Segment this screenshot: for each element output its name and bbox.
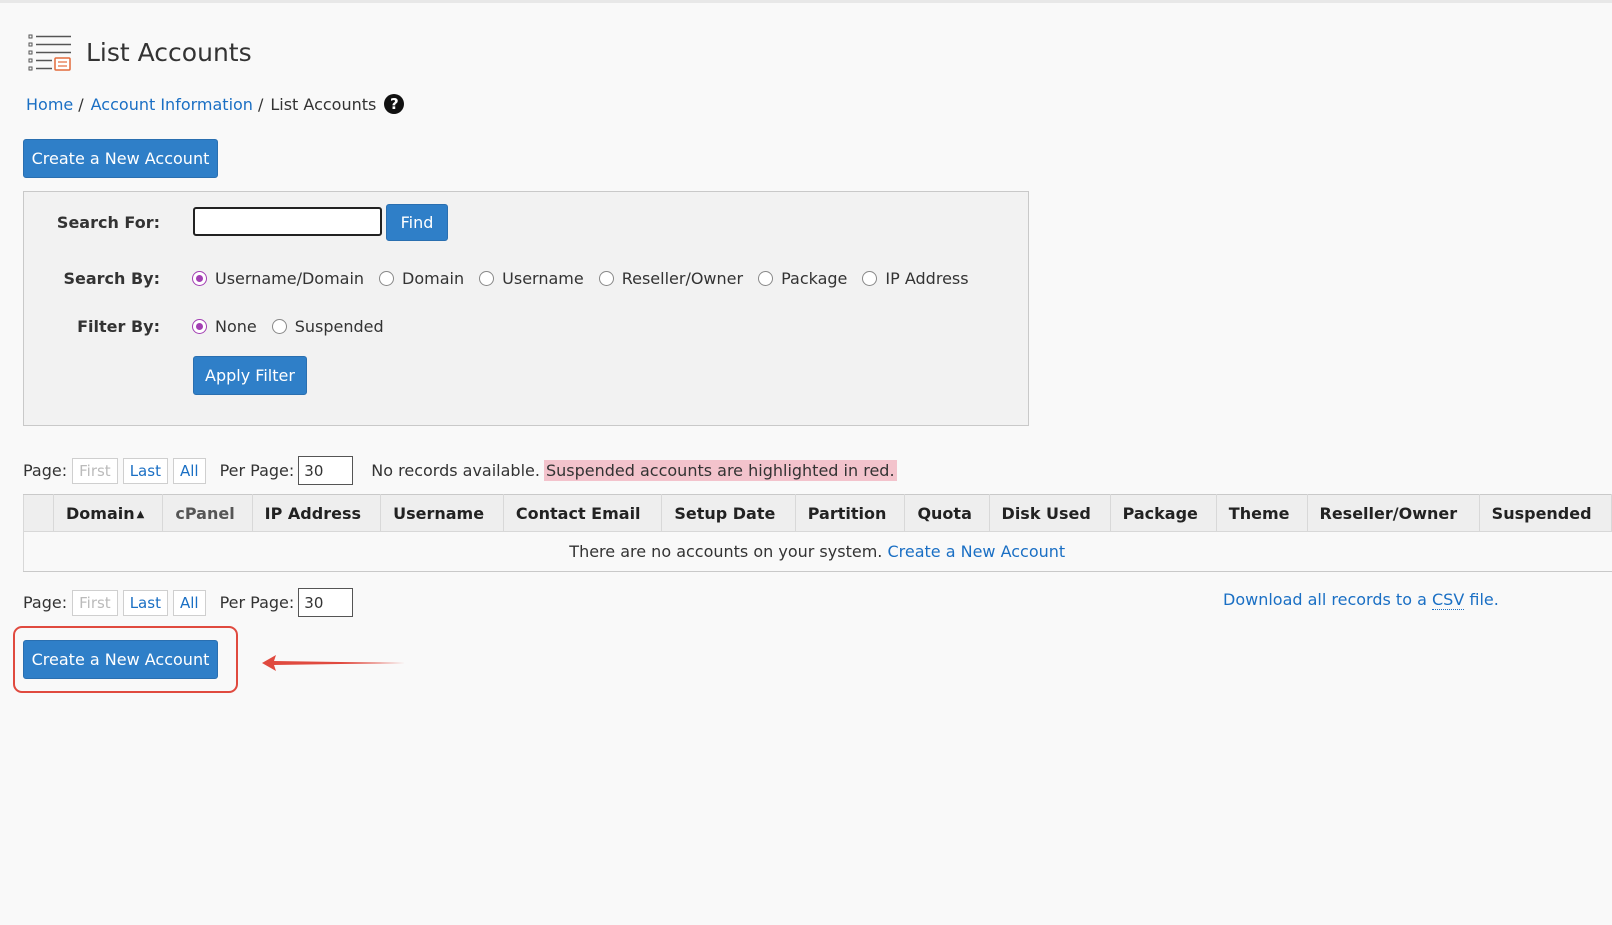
search-by-package[interactable]: Package: [758, 269, 847, 288]
search-by-username-domain[interactable]: Username/Domain: [192, 269, 364, 288]
last-page-button[interactable]: Last: [122, 457, 168, 484]
column-package[interactable]: Package: [1109, 494, 1217, 532]
search-input[interactable]: [193, 207, 382, 236]
create-account-link[interactable]: Create a New Account: [887, 542, 1065, 561]
csv-abbr: CSV: [1431, 590, 1465, 610]
no-records-notice: No records available.: [371, 461, 540, 480]
radio-icon[interactable]: [862, 271, 878, 286]
per-page-input[interactable]: 30: [298, 588, 354, 617]
breadcrumb-home-link[interactable]: Home: [26, 95, 73, 114]
breadcrumb-current: List Accounts: [270, 94, 377, 114]
radio-icon[interactable]: [479, 271, 495, 286]
column-contact-email[interactable]: Contact Email: [502, 494, 663, 532]
page-label: Page:: [23, 461, 68, 480]
radio-icon[interactable]: [758, 271, 774, 286]
column-quota[interactable]: Quota: [904, 494, 990, 532]
column-suspended[interactable]: Suspended: [1478, 494, 1612, 532]
breadcrumb-separator: /: [257, 94, 264, 114]
column-ip-address[interactable]: IP Address: [251, 494, 382, 532]
download-csv-link[interactable]: Download all records to a CSV file.: [1223, 590, 1499, 610]
radio-selected-icon[interactable]: [192, 271, 207, 286]
create-account-button-bottom[interactable]: Create a New Account: [23, 640, 218, 679]
find-button[interactable]: Find: [386, 204, 448, 241]
per-page-label: Per Page:: [219, 461, 295, 480]
sort-ascending-icon: ▲: [136, 508, 145, 520]
radio-icon[interactable]: [271, 319, 287, 334]
all-pages-button[interactable]: All: [172, 457, 206, 484]
search-by-options: Username/Domain Domain Username Reseller…: [192, 269, 984, 288]
search-by-domain[interactable]: Domain: [379, 269, 464, 288]
pager-bottom: Page: First Last All Per Page: 30: [23, 588, 354, 617]
column-partition[interactable]: Partition: [794, 494, 906, 532]
column-cpanel: cPanel: [162, 494, 253, 532]
column-reseller-owner[interactable]: Reseller/Owner: [1306, 494, 1480, 532]
radio-icon[interactable]: [379, 271, 395, 286]
accounts-table: Domain ▲ cPanel IP Address Username Conta…: [23, 494, 1612, 572]
filter-suspended[interactable]: Suspended: [271, 317, 384, 336]
per-page-label: Per Page:: [219, 593, 295, 612]
column-username[interactable]: Username: [380, 494, 504, 532]
page-label: Page:: [23, 593, 68, 612]
search-by-username[interactable]: Username: [479, 269, 584, 288]
first-page-button[interactable]: First: [72, 457, 118, 484]
annotation-arrow-icon: [262, 655, 405, 671]
column-domain[interactable]: Domain ▲: [52, 494, 164, 532]
filter-none[interactable]: None: [192, 317, 257, 336]
last-page-button[interactable]: Last: [122, 589, 168, 616]
create-account-button-top[interactable]: Create a New Account: [23, 139, 218, 178]
search-by-ip-address[interactable]: IP Address: [862, 269, 969, 288]
search-by-label: Search By:: [63, 269, 160, 288]
column-setup-date[interactable]: Setup Date: [661, 494, 796, 532]
breadcrumb: Home / Account Information / List Accoun…: [26, 94, 405, 114]
filter-by-options: None Suspended: [192, 317, 399, 336]
pager-top: Page: First Last All Per Page: 30 No rec…: [23, 456, 897, 485]
page-title: List Accounts: [86, 37, 252, 67]
table-row: There are no accounts on your system. Cr…: [23, 531, 1612, 572]
filter-by-label: Filter By:: [77, 317, 160, 336]
search-panel: [23, 191, 1029, 426]
search-by-reseller-owner[interactable]: Reseller/Owner: [598, 269, 743, 288]
radio-icon[interactable]: [598, 271, 614, 286]
breadcrumb-account-information-link[interactable]: Account Information: [91, 95, 253, 114]
select-column-header: [23, 494, 54, 532]
top-divider: [0, 0, 1612, 3]
help-icon[interactable]: ?: [384, 94, 405, 114]
per-page-input[interactable]: 30: [298, 456, 354, 485]
suspended-highlight-notice: Suspended accounts are highlighted in re…: [543, 460, 897, 481]
search-for-label: Search For:: [56, 213, 160, 232]
column-theme[interactable]: Theme: [1215, 494, 1308, 532]
table-header-row: Domain ▲ cPanel IP Address Username Conta…: [23, 494, 1612, 532]
all-pages-button[interactable]: All: [172, 589, 206, 616]
apply-filter-button[interactable]: Apply Filter: [193, 356, 307, 395]
empty-table-message: There are no accounts on your system. Cr…: [23, 531, 1612, 572]
radio-selected-icon[interactable]: [192, 319, 207, 334]
page-header: List Accounts: [28, 32, 252, 72]
column-disk-used[interactable]: Disk Used: [988, 494, 1111, 532]
first-page-button[interactable]: First: [72, 589, 118, 616]
list-accounts-icon: [28, 34, 71, 71]
footer-cutoff: [0, 918, 1612, 925]
breadcrumb-separator: /: [78, 94, 84, 114]
